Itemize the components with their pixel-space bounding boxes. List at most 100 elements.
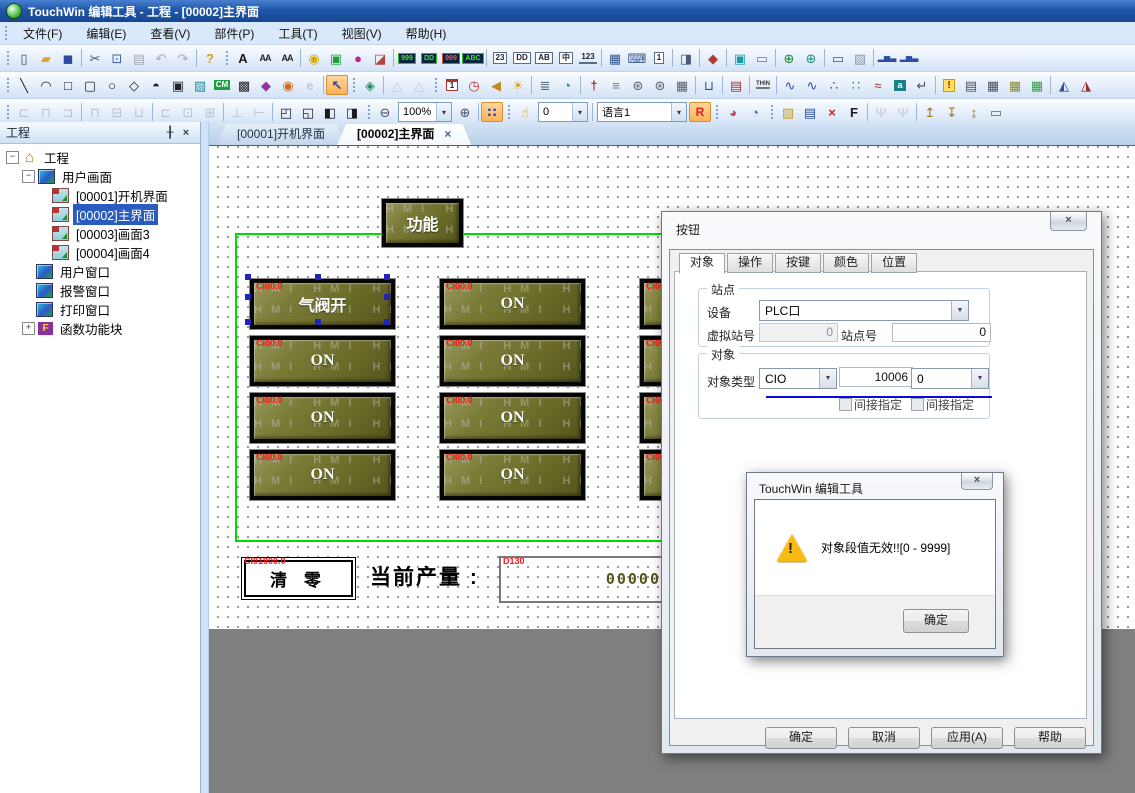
scatter-chart-icon[interactable]: ∴ [823, 75, 845, 95]
menu-item[interactable]: 帮助(H) [394, 22, 459, 45]
snap-right-icon[interactable]: ◨ [341, 102, 363, 122]
object-value-input[interactable]: 10006 [839, 367, 913, 387]
grid-toggle-icon[interactable]: ∷ [481, 102, 503, 122]
valve-part-icon[interactable]: † [583, 75, 605, 95]
insert-picture-icon[interactable]: ▧ [189, 75, 211, 95]
dialog-tab-4[interactable]: 颜色 [823, 253, 869, 273]
dialog-button-ok[interactable]: 确定 [765, 727, 837, 749]
dot-matrix-icon[interactable]: ▩ [233, 75, 255, 95]
indicator-lamp-icon[interactable]: ◉ [303, 48, 325, 68]
enter-part-icon[interactable]: ↵ [911, 75, 933, 95]
send-to-back-icon[interactable]: ◱ [297, 102, 319, 122]
keyboard-icon[interactable]: ⌨ [626, 48, 648, 68]
device-combo[interactable]: PLC口 ▼ [759, 300, 969, 321]
led-display-icon[interactable]: 999 [396, 48, 418, 68]
toolbar-grip[interactable] [433, 76, 438, 94]
toolbar-grip[interactable] [366, 103, 371, 121]
indirect-checkbox-2[interactable] [911, 398, 924, 411]
hmi-button[interactable]: HMI HMI HMIHMI HMI HMICI00.0气阀开 [250, 279, 395, 329]
dialog-tab-1[interactable]: 对象 [679, 253, 725, 274]
menu-grip[interactable] [3, 24, 8, 42]
touch-test-icon[interactable]: ☝ [514, 102, 536, 122]
selection-handle[interactable] [245, 319, 251, 325]
selection-handle[interactable] [384, 294, 390, 300]
text-shrink-icon[interactable]: AA [276, 48, 298, 68]
buzzer-part-icon[interactable]: ◀ [485, 75, 507, 95]
multi-trend-chart-icon[interactable]: ≈ [867, 75, 889, 95]
hmi-download-all-icon[interactable]: ↨ [963, 102, 985, 122]
screen-properties-icon[interactable]: ▤ [799, 102, 821, 122]
message-ok-button[interactable]: 确定 [903, 609, 969, 633]
zoom-level-combo[interactable]: 100%▾ [398, 102, 452, 122]
language-combo[interactable]: 语言1▾ [597, 102, 687, 122]
bar-graph-alt-icon[interactable]: ▂▅▃ [898, 48, 920, 68]
resource-toggle-icon[interactable]: R [689, 102, 711, 122]
touch-key-icon[interactable]: ● [347, 48, 369, 68]
bit-combo[interactable]: 0 ▼ [911, 368, 989, 389]
draw-arc-icon[interactable]: ◠ [35, 75, 57, 95]
chinese-display-icon[interactable]: 中 [555, 48, 577, 68]
selection-handle[interactable] [384, 274, 390, 280]
title-bar[interactable]: TouchWin 编辑工具 - 工程 - [00002]主界面 [0, 0, 1135, 22]
collapse-icon[interactable]: − [6, 151, 19, 164]
dropdown-arrow-icon[interactable]: ▼ [951, 301, 968, 320]
delete-screen-icon[interactable]: × [821, 102, 843, 122]
hmi-stop-icon[interactable]: ▭ [985, 102, 1007, 122]
selection-handle[interactable] [384, 319, 390, 325]
station-number-input[interactable]: 0 [892, 323, 991, 342]
user-input-icon[interactable]: 1 [648, 48, 670, 68]
dropdown-arrow-icon[interactable]: ▼ [971, 369, 988, 388]
tree-item[interactable]: 报警窗口 [0, 281, 200, 300]
static-text-icon[interactable]: A [232, 48, 254, 68]
dialog-button-apply[interactable]: 应用(A) [931, 727, 1003, 749]
dialog-button-cancel[interactable]: 取消 [848, 727, 920, 749]
led-data-display-icon[interactable]: DD [418, 48, 440, 68]
tank-part-icon[interactable]: ⊔ [698, 75, 720, 95]
object-type-combo[interactable]: CIO ▼ [759, 368, 837, 389]
tree-item[interactable]: −用户画面 [0, 167, 200, 186]
virtual-station-input[interactable]: 0 [759, 323, 838, 342]
clear-button[interactable]: CI01900.0 清 零 [241, 557, 356, 600]
tree-item[interactable]: [00002]主界面 [0, 205, 200, 224]
draw-ellipse-icon[interactable]: ○ [101, 75, 123, 95]
digital-input-icon[interactable]: 123 [577, 48, 599, 68]
screen-exit-icon[interactable]: ◨ [675, 48, 697, 68]
hmi-button[interactable]: HMI HMI HMIHMI HMI HMICI00.0ON [440, 336, 585, 386]
panel-close-icon[interactable]: × [178, 127, 194, 139]
pin-icon[interactable]: ╂ [162, 126, 178, 139]
hmi-upload-icon[interactable]: ↥ [919, 102, 941, 122]
indirect-checkbox-1[interactable] [839, 398, 852, 411]
dropdown-arrow-icon[interactable]: ▾ [671, 103, 686, 121]
pump-part-icon[interactable]: ⊛ [627, 75, 649, 95]
hmi-button[interactable]: HMI HMI HMIHMI HMI HMICI00.0ON [440, 279, 585, 329]
help-icon[interactable]: ? [199, 48, 221, 68]
scale-part-icon[interactable]: ≣ [534, 75, 556, 95]
state-combo[interactable]: 0▾ [538, 102, 588, 122]
meter-part-icon[interactable]: ◔ [556, 75, 578, 95]
panel-splitter[interactable] [201, 122, 209, 793]
draw-frame-icon[interactable]: ▣ [167, 75, 189, 95]
menu-item[interactable]: 部件(P) [202, 22, 266, 45]
dropdown-arrow-icon[interactable]: ▾ [436, 103, 451, 121]
toolbar-grip[interactable] [5, 49, 10, 67]
selection-handle[interactable] [315, 274, 321, 280]
trend-chart-icon[interactable]: ∿ [779, 75, 801, 95]
dropdown-arrow-icon[interactable]: ▼ [819, 369, 836, 388]
state-preview-alt-icon[interactable]: ◔ [744, 102, 766, 122]
dialog-tab-3[interactable]: 按键 [775, 253, 821, 273]
draw-polygon-icon[interactable]: ◇ [123, 75, 145, 95]
alarm-list-icon[interactable]: ! [938, 75, 960, 95]
toolbar-grip[interactable] [351, 76, 356, 94]
tree-item[interactable]: [00003]画面3 [0, 224, 200, 243]
menu-item[interactable]: 编辑(E) [74, 22, 138, 45]
menu-item[interactable]: 文件(F) [11, 22, 74, 45]
data-display-icon[interactable]: DD [511, 48, 533, 68]
pipe-part-icon[interactable]: ≡ [605, 75, 627, 95]
dialog-tab-5[interactable]: 位置 [871, 253, 917, 273]
tree-item[interactable]: [00004]画面4 [0, 243, 200, 262]
dialog-button-help[interactable]: 帮助 [1014, 727, 1086, 749]
sampling-chart-icon[interactable]: ∷ [845, 75, 867, 95]
bar-graph-icon[interactable]: ▂▅▃ [876, 48, 898, 68]
snap-left-icon[interactable]: ◧ [319, 102, 341, 122]
tree-item[interactable]: [00001]开机界面 [0, 186, 200, 205]
